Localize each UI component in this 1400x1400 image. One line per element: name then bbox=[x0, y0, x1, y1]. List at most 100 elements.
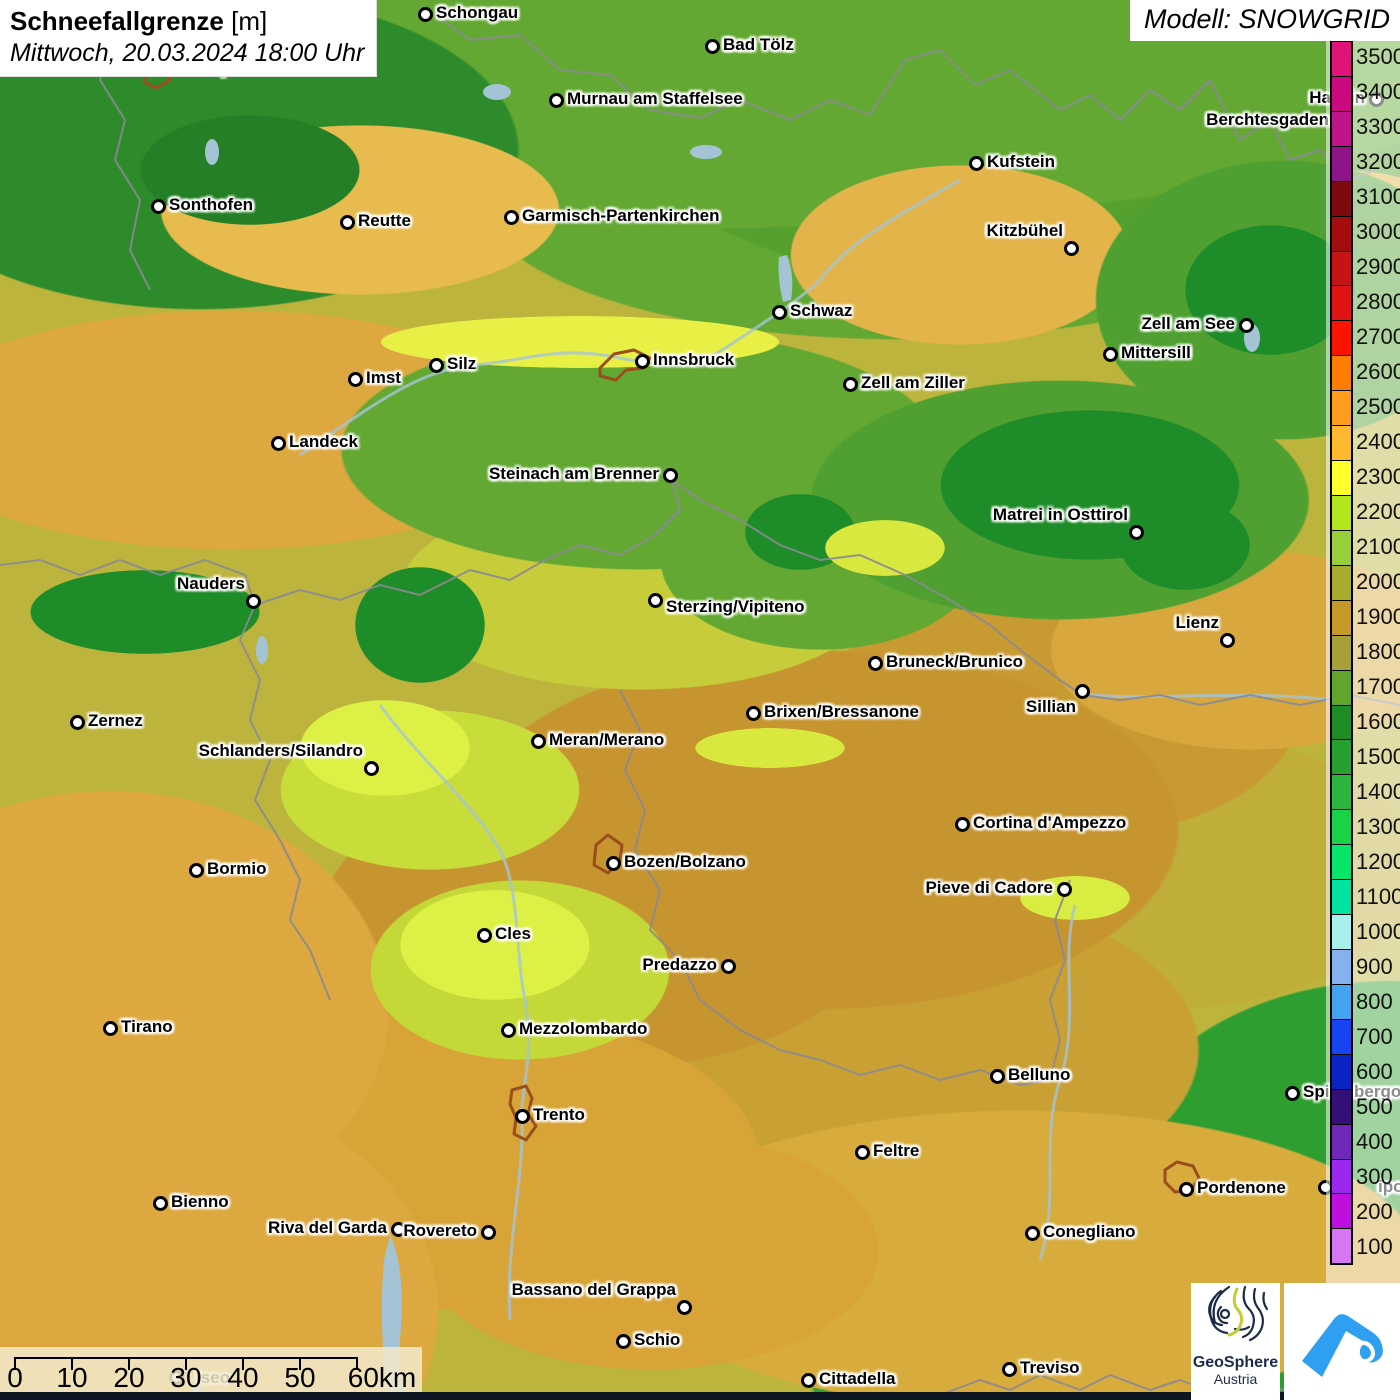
title-unit: [m] bbox=[231, 6, 267, 36]
city-marker bbox=[801, 1373, 816, 1388]
city-label: Mezzolombardo bbox=[519, 1019, 647, 1039]
legend-tick-label: 1800 bbox=[1356, 639, 1400, 665]
legend-tick-label: 2600 bbox=[1356, 359, 1400, 385]
city-label: Kufstein bbox=[987, 152, 1055, 172]
legend-cell bbox=[1332, 216, 1351, 251]
city-marker bbox=[990, 1069, 1005, 1084]
city-label: Bozen/Bolzano bbox=[624, 852, 746, 872]
scale-bar-number: 40 bbox=[227, 1362, 258, 1394]
city-marker bbox=[481, 1225, 496, 1240]
city-marker bbox=[1057, 882, 1072, 897]
city-label: Riva del Garda bbox=[268, 1218, 387, 1238]
city-marker bbox=[969, 156, 984, 171]
city-marker bbox=[246, 594, 261, 609]
legend-cell bbox=[1332, 181, 1351, 216]
legend-tick-label: 2100 bbox=[1356, 534, 1400, 560]
city-marker bbox=[746, 706, 761, 721]
city-label: Pieve di Cadore bbox=[925, 878, 1053, 898]
legend-cell bbox=[1332, 705, 1351, 740]
city-label: Mittersill bbox=[1121, 343, 1191, 363]
city-marker bbox=[189, 863, 204, 878]
legend-cell bbox=[1332, 670, 1351, 705]
city-marker bbox=[429, 358, 444, 373]
legend-tick-label: 300 bbox=[1356, 1164, 1393, 1190]
legend-cell bbox=[1332, 1054, 1351, 1089]
city-marker bbox=[501, 1023, 516, 1038]
legend-cell bbox=[1332, 355, 1351, 390]
city-marker bbox=[549, 93, 564, 108]
city-label: Bruneck/Brunico bbox=[886, 652, 1023, 672]
city-marker bbox=[677, 1300, 692, 1315]
legend-tick-label: 1600 bbox=[1356, 709, 1400, 735]
legend-tick-label: 2800 bbox=[1356, 289, 1400, 315]
city-label: Nauders bbox=[177, 574, 245, 594]
city-label: Imst bbox=[366, 368, 401, 388]
scale-bar-number: 60km bbox=[348, 1362, 416, 1394]
city-label: Sillian bbox=[1026, 697, 1076, 717]
city-marker bbox=[855, 1145, 870, 1160]
legend-tick-label: 1000 bbox=[1356, 919, 1400, 945]
city-label: Lienz bbox=[1176, 613, 1219, 633]
legend-cell bbox=[1332, 320, 1351, 355]
city-label: Pordenone bbox=[1197, 1178, 1286, 1198]
legend-cell bbox=[1332, 984, 1351, 1019]
legend-cell bbox=[1332, 111, 1351, 146]
city-label: Garmisch-Partenkirchen bbox=[522, 206, 719, 226]
city-marker bbox=[1025, 1226, 1040, 1241]
legend-cell bbox=[1332, 739, 1351, 774]
city-marker bbox=[477, 928, 492, 943]
legend-tick-label: 2700 bbox=[1356, 324, 1400, 350]
legend-cell bbox=[1332, 1019, 1351, 1054]
city-label: Cittadella bbox=[819, 1369, 896, 1389]
legend-cell bbox=[1332, 146, 1351, 181]
legend-tick-label: 2200 bbox=[1356, 499, 1400, 525]
legend-cell bbox=[1332, 1159, 1351, 1194]
bottom-edge-strip bbox=[0, 1392, 1400, 1400]
city-label: Rovereto bbox=[403, 1221, 477, 1241]
city-marker bbox=[1285, 1086, 1300, 1101]
legend-tick-label: 3500 bbox=[1356, 44, 1400, 70]
legend-tick-label: 500 bbox=[1356, 1094, 1393, 1120]
city-label: Berchtesgaden bbox=[1206, 110, 1329, 130]
legend-tick-label: 1300 bbox=[1356, 814, 1400, 840]
legend-tick-label: 400 bbox=[1356, 1129, 1393, 1155]
city-label: Bormio bbox=[207, 859, 267, 879]
legend-tick-label: 1700 bbox=[1356, 674, 1400, 700]
legend-tick-label: 2300 bbox=[1356, 464, 1400, 490]
city-label: Schio bbox=[634, 1330, 680, 1350]
city-marker bbox=[843, 377, 858, 392]
city-label: Schlanders/Silandro bbox=[199, 741, 363, 761]
scale-bar-number: 50 bbox=[284, 1362, 315, 1394]
geosphere-logo-box: GeoSphere Austria bbox=[1191, 1283, 1280, 1400]
city-marker bbox=[348, 372, 363, 387]
city-marker bbox=[1064, 241, 1079, 256]
city-label: Reutte bbox=[358, 211, 411, 231]
city-label: Steinach am Brenner bbox=[489, 464, 659, 484]
city-marker bbox=[515, 1109, 530, 1124]
legend-cell bbox=[1332, 425, 1351, 460]
city-label: Predazzo bbox=[642, 955, 717, 975]
city-label: Zernez bbox=[88, 711, 143, 731]
legend-cell bbox=[1332, 1193, 1351, 1228]
legend-cell bbox=[1332, 76, 1351, 111]
legend-cell bbox=[1332, 1228, 1351, 1263]
legend-cell bbox=[1332, 879, 1351, 914]
legend-cell bbox=[1332, 949, 1351, 984]
city-marker bbox=[868, 656, 883, 671]
legend-tick-label: 3100 bbox=[1356, 184, 1400, 210]
title-box: Schneefallgrenze [m] Mittwoch, 20.03.202… bbox=[0, 0, 376, 76]
city-marker bbox=[721, 959, 736, 974]
city-marker bbox=[772, 305, 787, 320]
city-marker bbox=[531, 734, 546, 749]
mountain-logo-icon bbox=[1294, 1299, 1390, 1385]
legend-cell bbox=[1332, 251, 1351, 286]
legend-colorbar bbox=[1330, 40, 1353, 1265]
city-marker bbox=[70, 715, 85, 730]
city-label: Zell am Ziller bbox=[861, 373, 965, 393]
city-label: Matrei in Osttirol bbox=[993, 505, 1128, 525]
city-label: Conegliano bbox=[1043, 1222, 1136, 1242]
legend-tick-label: 1900 bbox=[1356, 604, 1400, 630]
scale-bar-number: 20 bbox=[113, 1362, 144, 1394]
legend-cell bbox=[1332, 285, 1351, 320]
scale-bar: 0102030405060km bbox=[0, 1347, 422, 1393]
